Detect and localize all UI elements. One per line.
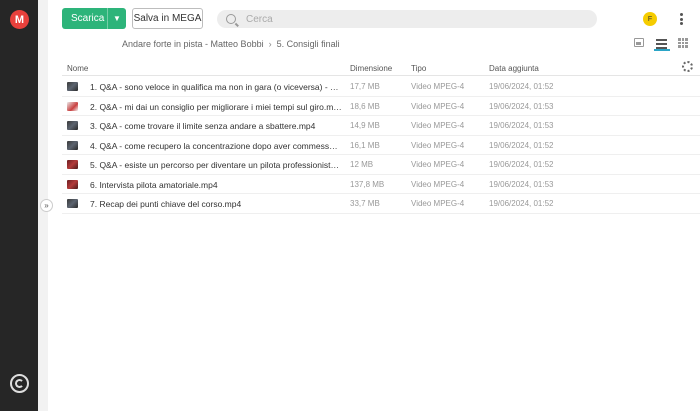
file-size: 137,8 MB [350, 179, 385, 189]
file-size: 14,9 MB [350, 121, 380, 130]
file-size: 33,7 MB [350, 199, 380, 208]
file-date: 19/06/2024, 01:53 [489, 101, 554, 111]
file-date: 19/06/2024, 01:52 [489, 82, 554, 91]
video-thumbnail-icon [67, 160, 78, 169]
chevron-down-icon[interactable]: ▼ [108, 14, 126, 23]
file-date: 19/06/2024, 01:52 [489, 140, 554, 150]
table-row[interactable]: 1. Q&A - sono veloce in qualifica ma non… [62, 77, 700, 97]
avatar[interactable]: F [643, 12, 657, 26]
table-row[interactable]: 7. Recap dei punti chiave del corso.mp4 … [62, 194, 700, 214]
chevron-right-icon: › [268, 39, 272, 49]
list-icon[interactable] [654, 37, 670, 51]
grid-icon[interactable] [678, 38, 688, 48]
breadcrumb-item-course[interactable]: Andare forte in pista - Matteo Bobbi [122, 39, 264, 49]
file-name: 3. Q&A - come trovare il limite senza an… [90, 121, 316, 131]
expand-sidebar-icon[interactable]: » [40, 199, 53, 212]
video-thumbnail-icon [67, 179, 78, 189]
search-input[interactable] [246, 13, 576, 25]
table-row[interactable]: 3. Q&A - come trovare il limite senza an… [62, 116, 700, 136]
table-row[interactable]: 2. Q&A - mi dai un consiglio per miglior… [62, 97, 700, 116]
breadcrumb-item-folder[interactable]: 5. Consigli finali [277, 39, 340, 49]
file-size: 18,6 MB [350, 101, 380, 111]
video-thumbnail-icon [67, 82, 78, 91]
sync-icon[interactable] [10, 374, 29, 393]
column-header-date[interactable]: Data aggiunta [489, 64, 539, 73]
download-button[interactable]: Scarica ▼ [62, 8, 126, 29]
file-type: Video MPEG-4 [411, 101, 465, 111]
image-icon[interactable] [634, 38, 644, 47]
table-row[interactable]: 6. Intervista pilota amatoriale.mp4 137,… [62, 175, 700, 194]
file-name: 5. Q&A - esiste un percorso per diventar… [90, 160, 342, 170]
search-bar[interactable] [217, 10, 597, 28]
file-type: Video MPEG-4 [411, 179, 465, 189]
table-header: Nome Dimensione Tipo Data aggiunta [62, 60, 700, 76]
file-name: 1. Q&A - sono veloce in qualifica ma non… [90, 82, 342, 92]
avatar-letter: F [647, 15, 653, 23]
file-type: Video MPEG-4 [411, 199, 465, 208]
file-type: Video MPEG-4 [411, 140, 465, 150]
file-type: Video MPEG-4 [411, 121, 465, 130]
save-to-mega-button[interactable]: Salva in MEGA [132, 8, 203, 29]
file-type: Video MPEG-4 [411, 160, 465, 169]
file-type: Video MPEG-4 [411, 82, 465, 91]
video-thumbnail-icon [67, 121, 78, 130]
table-row[interactable]: 4. Q&A - come recupero la concentrazione… [62, 136, 700, 155]
table-row[interactable]: 5. Q&A - esiste un percorso per diventar… [62, 155, 700, 175]
download-button-label: Scarica [71, 13, 105, 24]
column-header-type[interactable]: Tipo [411, 64, 426, 73]
column-header-size[interactable]: Dimensione [350, 64, 392, 73]
video-thumbnail-icon [67, 199, 78, 208]
column-header-name[interactable]: Nome [67, 64, 88, 73]
file-date: 19/06/2024, 01:52 [489, 199, 554, 208]
sync-icon-inner [15, 379, 24, 388]
search-icon [226, 14, 236, 24]
file-name: 7. Recap dei punti chiave del corso.mp4 [90, 199, 242, 209]
file-size: 16,1 MB [350, 140, 380, 150]
video-thumbnail-icon [67, 140, 78, 150]
video-thumbnail-icon [67, 101, 78, 111]
file-date: 19/06/2024, 01:52 [489, 160, 554, 169]
file-name: 2. Q&A - mi dai un consiglio per miglior… [90, 101, 342, 112]
more-vertical-icon[interactable] [676, 11, 686, 27]
gear-icon[interactable] [682, 61, 693, 72]
file-size: 12 MB [350, 160, 374, 169]
file-date: 19/06/2024, 01:53 [489, 121, 554, 130]
breadcrumb: Andare forte in pista - Matteo Bobbi › 5… [122, 38, 340, 50]
sidebar: M [0, 0, 38, 411]
file-size: 17,7 MB [350, 82, 380, 91]
logo-letter: M [14, 13, 25, 26]
file-name: 4. Q&A - come recupero la concentrazione… [90, 140, 342, 151]
file-name: 6. Intervista pilota amatoriale.mp4 [90, 179, 218, 190]
file-date: 19/06/2024, 01:53 [489, 179, 554, 189]
mega-logo-icon[interactable]: M [10, 10, 29, 29]
